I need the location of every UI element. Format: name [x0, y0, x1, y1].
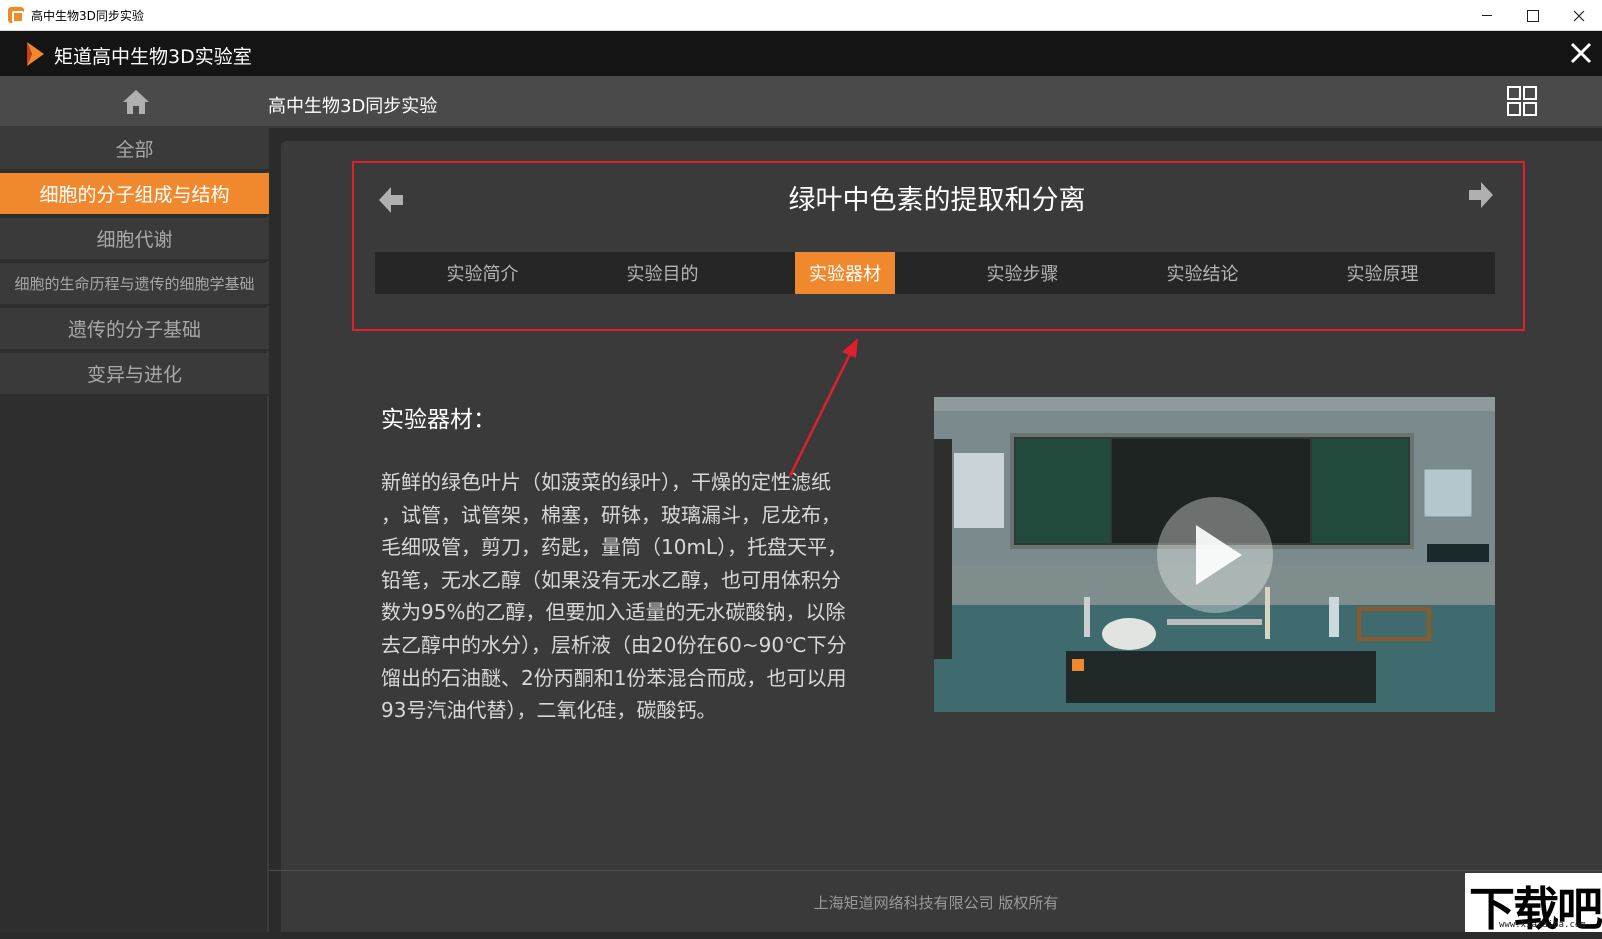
- experiment-video-thumbnail[interactable]: [934, 397, 1495, 712]
- app-header: 矩道高中生物3D实验室: [0, 31, 1602, 76]
- sidebar-item-molecular-genetics[interactable]: 遗传的分子基础: [0, 308, 269, 351]
- classroom-scene-image: [934, 397, 1495, 712]
- experiment-tabs: 实验简介 实验目的 实验器材 实验步骤 实验结论 实验原理: [375, 252, 1495, 294]
- annotation-arrow-icon: [788, 338, 858, 477]
- maximize-button[interactable]: [1510, 0, 1556, 31]
- minimize-button[interactable]: [1464, 0, 1510, 31]
- window-titlebar: 高中生物3D同步实验: [0, 0, 1602, 31]
- next-experiment-icon[interactable]: [1466, 178, 1496, 212]
- nav-bar: 高中生物3D同步实验: [0, 76, 1602, 128]
- tab-equipment[interactable]: 实验器材: [795, 252, 895, 294]
- sidebar-item-all[interactable]: 全部: [0, 128, 269, 171]
- tab-steps[interactable]: 实验步骤: [970, 252, 1075, 294]
- window-close-button[interactable]: [1556, 0, 1602, 31]
- tab-principle[interactable]: 实验原理: [1330, 252, 1435, 294]
- description-line: 去乙醇中的水分），层析液（由20份在60~90℃下分: [381, 632, 847, 657]
- tab-introduction[interactable]: 实验简介: [430, 252, 535, 294]
- app-window-icon: [8, 7, 24, 23]
- app-close-icon[interactable]: [1566, 38, 1596, 68]
- prev-experiment-icon[interactable]: [376, 183, 406, 217]
- footer-copyright: 上海矩道网络科技有限公司 版权所有: [813, 894, 1059, 912]
- description-line: ，试管，试管架，棉塞，研钵，玻璃漏斗，尼龙布，: [381, 502, 841, 527]
- equipment-description: 新鲜的绿色叶片（如菠菜的绿叶），干燥的定性滤纸 ，试管，试管架，棉塞，研钵，玻璃…: [381, 466, 901, 727]
- description-line: 93号汽油代替），二氧化硅，碳酸钙。: [381, 698, 717, 723]
- description-line: 毛细吸管，剪刀，药匙，量筒（10mL），托盘天平，: [381, 535, 848, 560]
- app-name: 矩道高中生物3D实验室: [54, 46, 252, 68]
- sidebar-item-cell-life-history[interactable]: 细胞的生命历程与遗传的细胞学基础: [0, 263, 269, 306]
- footer-divider: [269, 870, 1602, 871]
- description-line: 数为95%的乙醇，但要加入适量的无水碳酸钠，以除: [381, 600, 846, 625]
- watermark-url: www.xiazaiba.com: [1499, 920, 1586, 930]
- grid-view-icon[interactable]: [1506, 85, 1538, 117]
- nav-title: 高中生物3D同步实验: [268, 96, 438, 117]
- sidebar-item-cell-molecular-structure[interactable]: 细胞的分子组成与结构: [0, 173, 269, 216]
- brand-logo-icon: [27, 42, 44, 66]
- sidebar-item-variation-evolution[interactable]: 变异与进化: [0, 353, 269, 396]
- home-icon[interactable]: [121, 87, 151, 117]
- tab-conclusion[interactable]: 实验结论: [1150, 252, 1255, 294]
- description-line: 馏出的石油醚、2份丙酮和1份苯混合而成，也可以用: [381, 665, 847, 690]
- experiment-title: 绿叶中色素的提取和分离: [788, 185, 1086, 216]
- section-heading: 实验器材：: [381, 407, 496, 433]
- close-icon: [1573, 10, 1585, 21]
- tab-purpose[interactable]: 实验目的: [610, 252, 715, 294]
- category-sidebar: 全部 细胞的分子组成与结构 细胞代谢 细胞的生命历程与遗传的细胞学基础 遗传的分…: [0, 128, 269, 932]
- sidebar-item-cell-metabolism[interactable]: 细胞代谢: [0, 218, 269, 261]
- description-line: 铅笔，无水乙醇（如果没有无水乙醇，也可用体积分: [381, 567, 841, 592]
- watermark-logo: 下载吧 www.xiazaiba.com: [1465, 873, 1602, 936]
- window-title: 高中生物3D同步实验: [31, 9, 144, 23]
